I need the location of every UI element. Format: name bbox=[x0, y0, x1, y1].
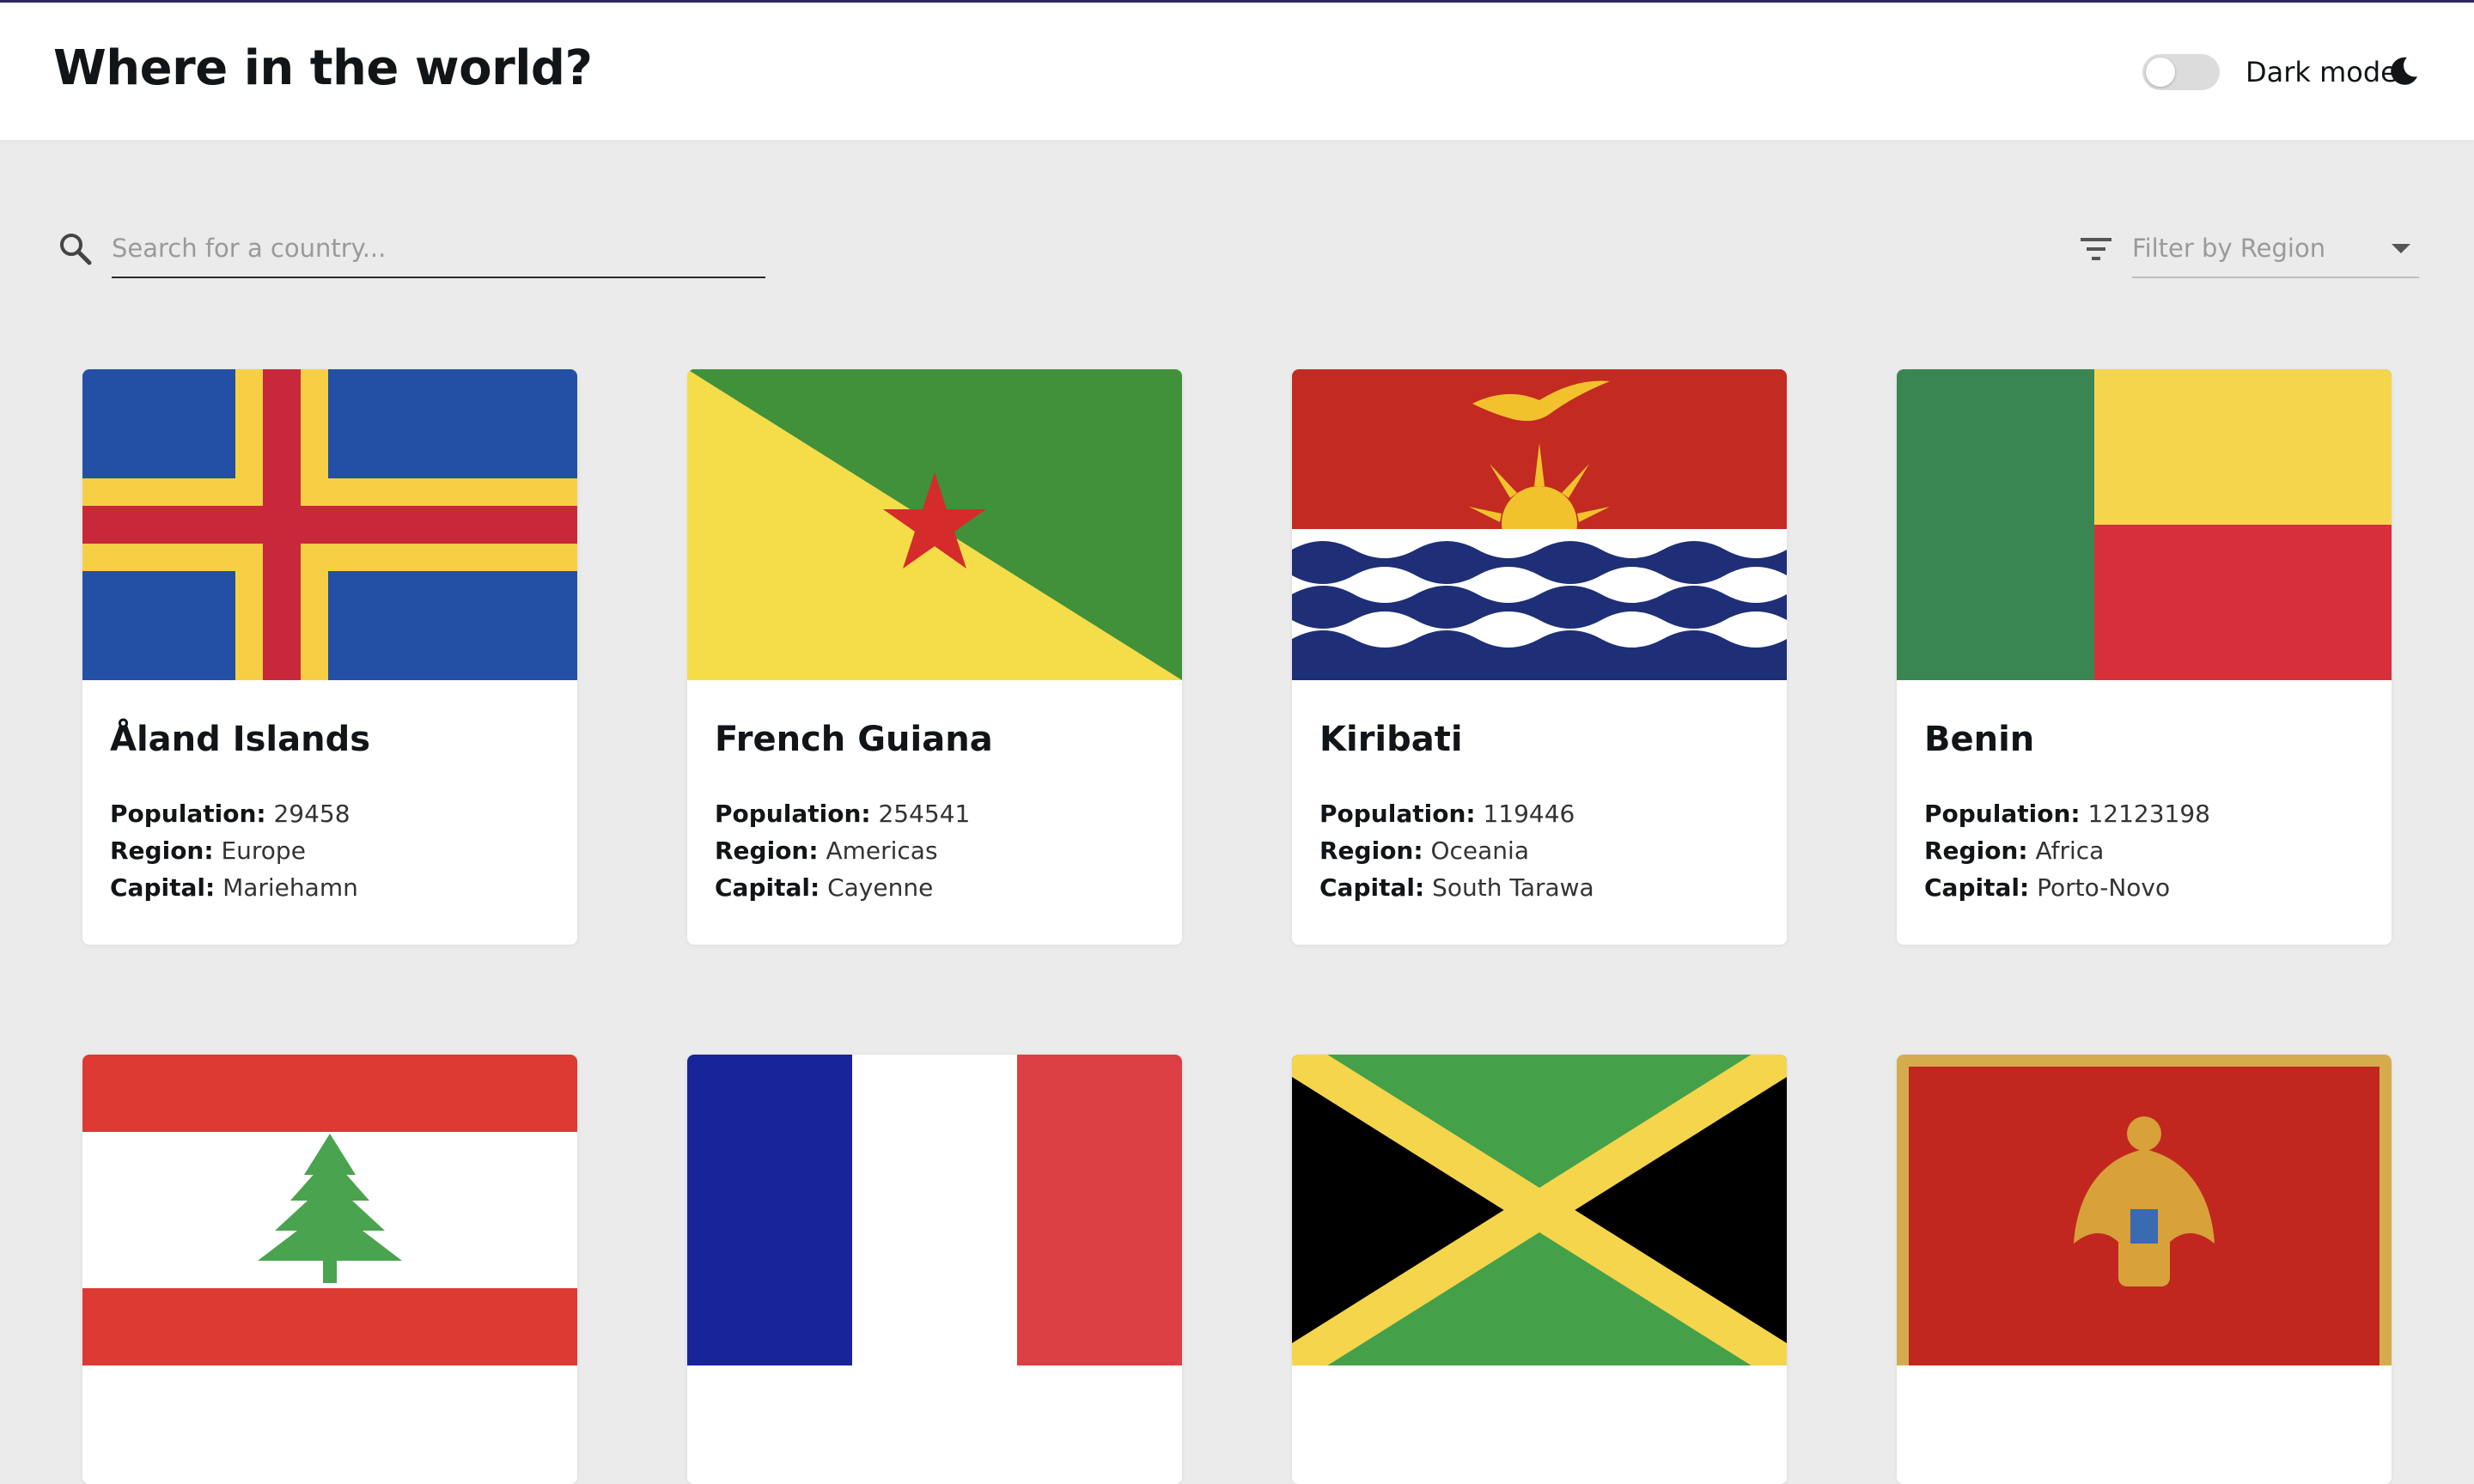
dark-mode-label[interactable]: Dark mode bbox=[2245, 54, 2398, 90]
search-input[interactable] bbox=[112, 225, 765, 278]
country-card[interactable]: Åland Islands Population: 29458 Region: … bbox=[82, 369, 577, 945]
capital-row: Capital: Cayenne bbox=[715, 873, 934, 902]
french-guiana-flag-image bbox=[687, 369, 1182, 680]
region-row: Region: Americas bbox=[715, 836, 938, 865]
region-filter-select[interactable]: Filter by Region bbox=[2132, 225, 2419, 278]
moon-icon[interactable] bbox=[2388, 56, 2419, 87]
capital-row: Capital: Porto-Novo bbox=[1924, 873, 2171, 902]
country-card[interactable]: Benin Population: 12123198 Region: Afric… bbox=[1897, 369, 2392, 945]
country-name: Kiribati bbox=[1319, 720, 1463, 759]
population-row: Population: 12123198 bbox=[1924, 800, 2210, 828]
filter-icon bbox=[2081, 238, 2111, 260]
search-icon bbox=[60, 234, 92, 265]
capital-row: Capital: Mariehamn bbox=[110, 873, 358, 902]
app-title: Where in the world? bbox=[53, 40, 593, 96]
aland-flag-image bbox=[82, 369, 577, 680]
capital-row: Capital: South Tarawa bbox=[1319, 873, 1594, 902]
population-row: Population: 119446 bbox=[1319, 800, 1575, 828]
toggle-knob bbox=[2146, 58, 2175, 87]
country-name: Åland Islands bbox=[110, 720, 371, 759]
country-name: French Guiana bbox=[715, 720, 993, 759]
dark-mode-toggle[interactable] bbox=[2142, 54, 2220, 90]
country-name: Benin bbox=[1924, 720, 2035, 759]
country-card[interactable] bbox=[1897, 1055, 2392, 1484]
jamaica-flag-image bbox=[1292, 1055, 1787, 1365]
kiribati-flag-image bbox=[1292, 369, 1787, 680]
country-card[interactable] bbox=[82, 1055, 577, 1484]
app-header: Where in the world? Dark mode bbox=[0, 3, 2474, 140]
region-filter-placeholder: Filter by Region bbox=[2132, 234, 2326, 263]
benin-flag-image bbox=[1897, 369, 2392, 680]
population-row: Population: 254541 bbox=[715, 800, 971, 828]
country-card[interactable]: French Guiana Population: 254541 Region:… bbox=[687, 369, 1182, 945]
montenegro-flag-image bbox=[1897, 1055, 2392, 1365]
region-row: Region: Africa bbox=[1924, 836, 2105, 865]
lebanon-flag-image bbox=[82, 1055, 577, 1365]
country-card[interactable]: Kiribati Population: 119446 Region: Ocea… bbox=[1292, 369, 1787, 945]
country-card[interactable] bbox=[687, 1055, 1182, 1484]
country-card[interactable] bbox=[1292, 1055, 1787, 1484]
chevron-down-icon bbox=[2392, 244, 2410, 253]
region-row: Region: Europe bbox=[110, 836, 306, 865]
region-row: Region: Oceania bbox=[1319, 836, 1529, 865]
population-row: Population: 29458 bbox=[110, 800, 350, 828]
france-flag-image bbox=[687, 1055, 1182, 1365]
